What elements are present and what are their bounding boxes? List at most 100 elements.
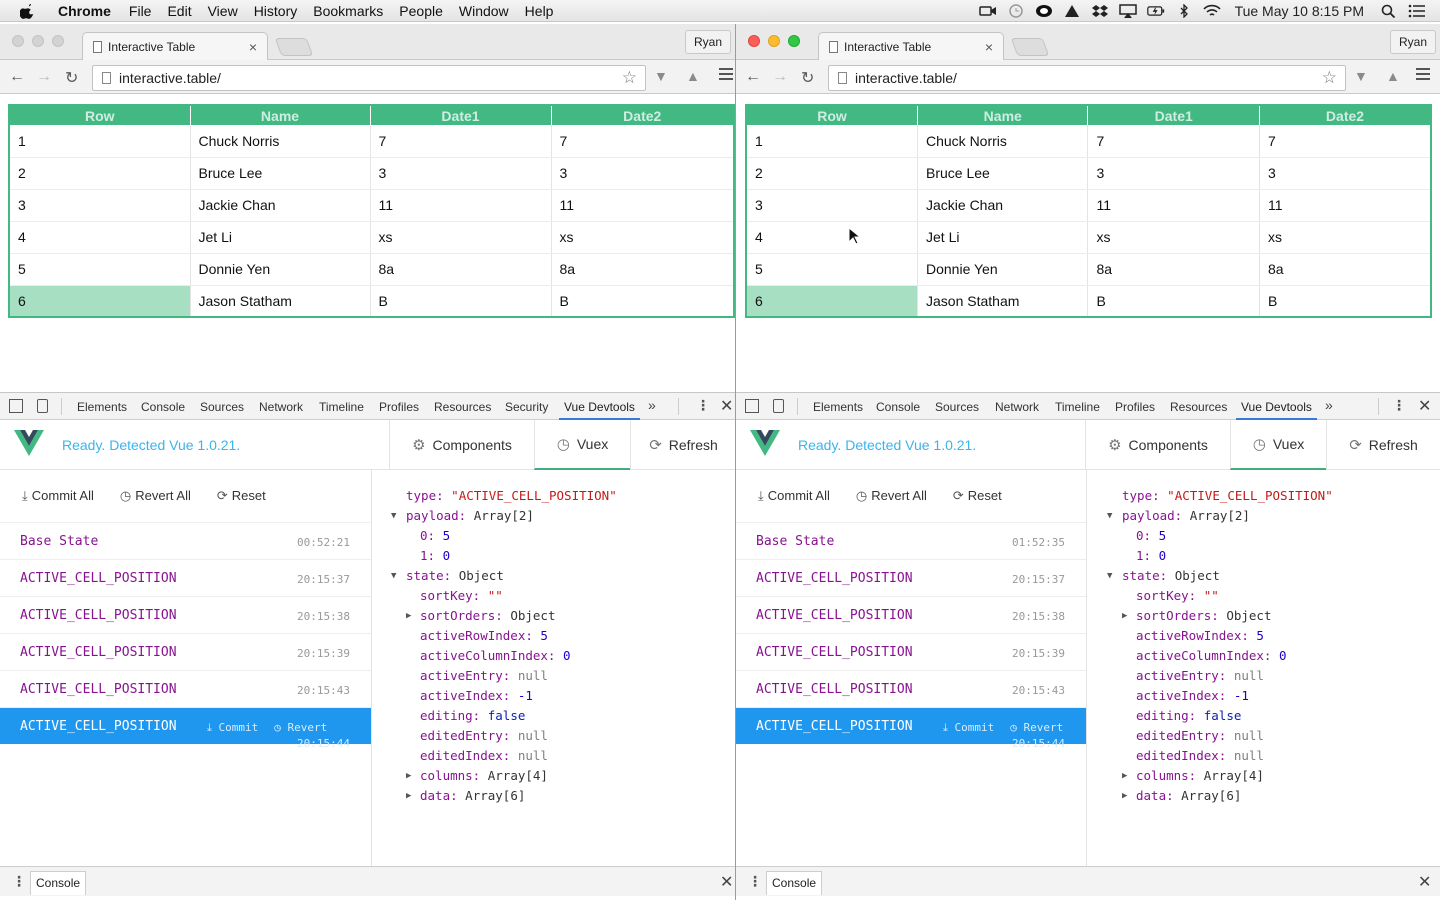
table-cell[interactable]: 3 xyxy=(370,157,552,190)
column-header-date1[interactable]: Date1 xyxy=(1087,105,1260,125)
table-cell[interactable]: 11 xyxy=(1087,189,1260,222)
commit-all-button[interactable]: ⤓ Commit All xyxy=(22,488,94,504)
state-line-state[interactable]: ▼ state: Object xyxy=(1087,566,1440,586)
active-table-cell[interactable]: 6 xyxy=(746,285,918,317)
table-cell[interactable]: xs xyxy=(370,221,552,254)
chrome-menu-icon[interactable] xyxy=(719,68,733,80)
close-drawer-icon[interactable]: ✕ xyxy=(1418,872,1431,892)
menu-app-name[interactable]: Chrome xyxy=(58,3,111,19)
devtools-tab-profiles[interactable]: Profiles xyxy=(379,400,419,414)
back-arrow-icon[interactable]: ← xyxy=(9,68,25,86)
table-cell[interactable]: B xyxy=(370,285,552,317)
devtools-tab-resources[interactable]: Resources xyxy=(434,400,491,414)
mutation-entry[interactable]: ACTIVE_CELL_POSITION 20:15:37 xyxy=(0,559,371,596)
vuex-button[interactable]: ◷ Vuex xyxy=(1230,420,1326,470)
components-button[interactable]: ⚙ Components xyxy=(1085,420,1230,470)
vue-extension-icon[interactable]: ▼ xyxy=(1354,68,1368,84)
collapsed-triangle-icon[interactable]: ▶ xyxy=(1122,786,1127,806)
table-cell[interactable]: Donnie Yen xyxy=(917,253,1089,286)
devtools-tab-vue-devtools[interactable]: Vue Devtools xyxy=(559,400,640,420)
state-line-payload[interactable]: ▼ payload: Array[2] xyxy=(1087,506,1440,526)
collapsed-triangle-icon[interactable]: ▶ xyxy=(406,786,411,806)
menu-bookmarks[interactable]: Bookmarks xyxy=(313,3,383,19)
selected-mutation-entry[interactable]: ACTIVE_CELL_POSITION ⤓ Commit ◷ Revert 2… xyxy=(736,707,1086,750)
column-header-date2[interactable]: Date2 xyxy=(1259,105,1432,125)
commit-all-button[interactable]: ⤓ Commit All xyxy=(758,488,830,504)
table-cell[interactable]: Jackie Chan xyxy=(190,189,371,222)
drawer-tab-console[interactable]: Console xyxy=(30,871,87,895)
facetime-icon[interactable] xyxy=(978,4,997,18)
table-cell[interactable]: 3 xyxy=(551,157,735,190)
devtools-tab-console[interactable]: Console xyxy=(141,400,185,414)
state-line-columns[interactable]: ▶ columns: Array[4] xyxy=(1087,766,1440,786)
expanded-triangle-icon[interactable]: ▼ xyxy=(1107,566,1112,586)
state-line-sortorders[interactable]: ▶ sortOrders: Object xyxy=(1087,606,1440,626)
base-state-entry[interactable]: Base State 01:52:35 xyxy=(736,522,1086,559)
components-button[interactable]: ⚙ Components xyxy=(389,420,534,470)
table-cell[interactable]: 1 xyxy=(9,125,191,158)
menu-edit[interactable]: Edit xyxy=(167,3,191,19)
devtools-tab-network[interactable]: Network xyxy=(259,400,303,414)
battery-icon[interactable] xyxy=(1146,4,1165,18)
table-cell[interactable]: 4 xyxy=(746,221,918,254)
collapsed-triangle-icon[interactable]: ▶ xyxy=(1122,766,1127,786)
mutation-entry[interactable]: ACTIVE_CELL_POSITION 20:15:39 xyxy=(736,633,1086,670)
menu-window[interactable]: Window xyxy=(459,3,509,19)
expanded-triangle-icon[interactable]: ▼ xyxy=(391,506,396,526)
back-arrow-icon[interactable]: ← xyxy=(745,68,761,86)
chrome-menu-icon[interactable] xyxy=(1416,68,1430,80)
bookmark-star-icon[interactable]: ☆ xyxy=(622,66,637,90)
column-header-date1[interactable]: Date1 xyxy=(370,105,552,125)
devtools-menu-kebab-icon[interactable]: ⋮ xyxy=(1392,397,1406,414)
devtools-tab-elements[interactable]: Elements xyxy=(77,400,127,414)
table-cell[interactable]: Donnie Yen xyxy=(190,253,371,286)
menu-file[interactable]: File xyxy=(129,3,152,19)
google-drive-icon[interactable] xyxy=(1063,4,1081,18)
close-devtools-icon[interactable]: ✕ xyxy=(720,396,733,416)
inspect-element-icon[interactable] xyxy=(9,399,23,413)
table-cell[interactable]: Jackie Chan xyxy=(917,189,1089,222)
table-cell[interactable]: xs xyxy=(1087,221,1260,254)
new-tab-button[interactable] xyxy=(1010,38,1050,56)
mutation-entry[interactable]: ACTIVE_CELL_POSITION 20:15:37 xyxy=(736,559,1086,596)
close-devtools-icon[interactable]: ✕ xyxy=(1418,396,1431,416)
table-cell[interactable]: 3 xyxy=(746,189,918,222)
table-cell[interactable]: Jet Li xyxy=(917,221,1089,254)
table-cell[interactable]: Bruce Lee xyxy=(917,157,1089,190)
devtools-tab-sources[interactable]: Sources xyxy=(200,400,244,414)
drawer-menu-kebab-icon[interactable]: ⋮ xyxy=(12,873,26,890)
menu-history[interactable]: History xyxy=(254,3,298,19)
expanded-triangle-icon[interactable]: ▼ xyxy=(1107,506,1112,526)
extension-icon[interactable]: ▲ xyxy=(686,68,700,84)
table-cell[interactable]: 11 xyxy=(370,189,552,222)
more-tabs-chevron-icon[interactable]: » xyxy=(648,397,656,413)
revert-all-button[interactable]: ◷ Revert All xyxy=(120,488,191,504)
zoom-window-button[interactable] xyxy=(788,35,800,47)
table-cell[interactable]: 8a xyxy=(370,253,552,286)
page-info-icon[interactable] xyxy=(838,72,847,84)
table-cell[interactable]: Chuck Norris xyxy=(190,125,371,158)
airplay-icon[interactable] xyxy=(1118,4,1137,18)
reload-icon[interactable]: ↻ xyxy=(65,68,78,88)
selected-mutation-entry[interactable]: ACTIVE_CELL_POSITION ⤓ Commit ◷ Revert 2… xyxy=(0,707,371,750)
base-state-entry[interactable]: Base State 00:52:21 xyxy=(0,522,371,559)
column-header-date2[interactable]: Date2 xyxy=(551,105,735,125)
menu-help[interactable]: Help xyxy=(525,3,554,19)
menu-people[interactable]: People xyxy=(399,3,443,19)
commit-mutation-button[interactable]: ⤓ Commit xyxy=(943,721,994,735)
collapsed-triangle-icon[interactable]: ▶ xyxy=(406,606,411,626)
table-cell[interactable]: Jet Li xyxy=(190,221,371,254)
table-cell[interactable]: B xyxy=(1259,285,1432,317)
more-tabs-chevron-icon[interactable]: » xyxy=(1325,397,1333,413)
mutation-entry[interactable]: ACTIVE_CELL_POSITION 20:15:43 xyxy=(736,670,1086,707)
devtools-tab-console[interactable]: Console xyxy=(876,400,920,414)
browser-tab[interactable]: Interactive Table × xyxy=(82,32,268,60)
devtools-tab-security[interactable]: Security xyxy=(505,400,548,414)
bookmark-star-icon[interactable]: ☆ xyxy=(1322,66,1337,90)
zoom-window-button[interactable] xyxy=(52,35,64,47)
drawer-menu-kebab-icon[interactable]: ⋮ xyxy=(748,873,762,890)
table-cell[interactable]: 8a xyxy=(1087,253,1260,286)
spotlight-search-icon[interactable] xyxy=(1380,4,1398,18)
devtools-tab-timeline[interactable]: Timeline xyxy=(319,400,364,414)
drawer-tab-console[interactable]: Console xyxy=(766,871,823,895)
